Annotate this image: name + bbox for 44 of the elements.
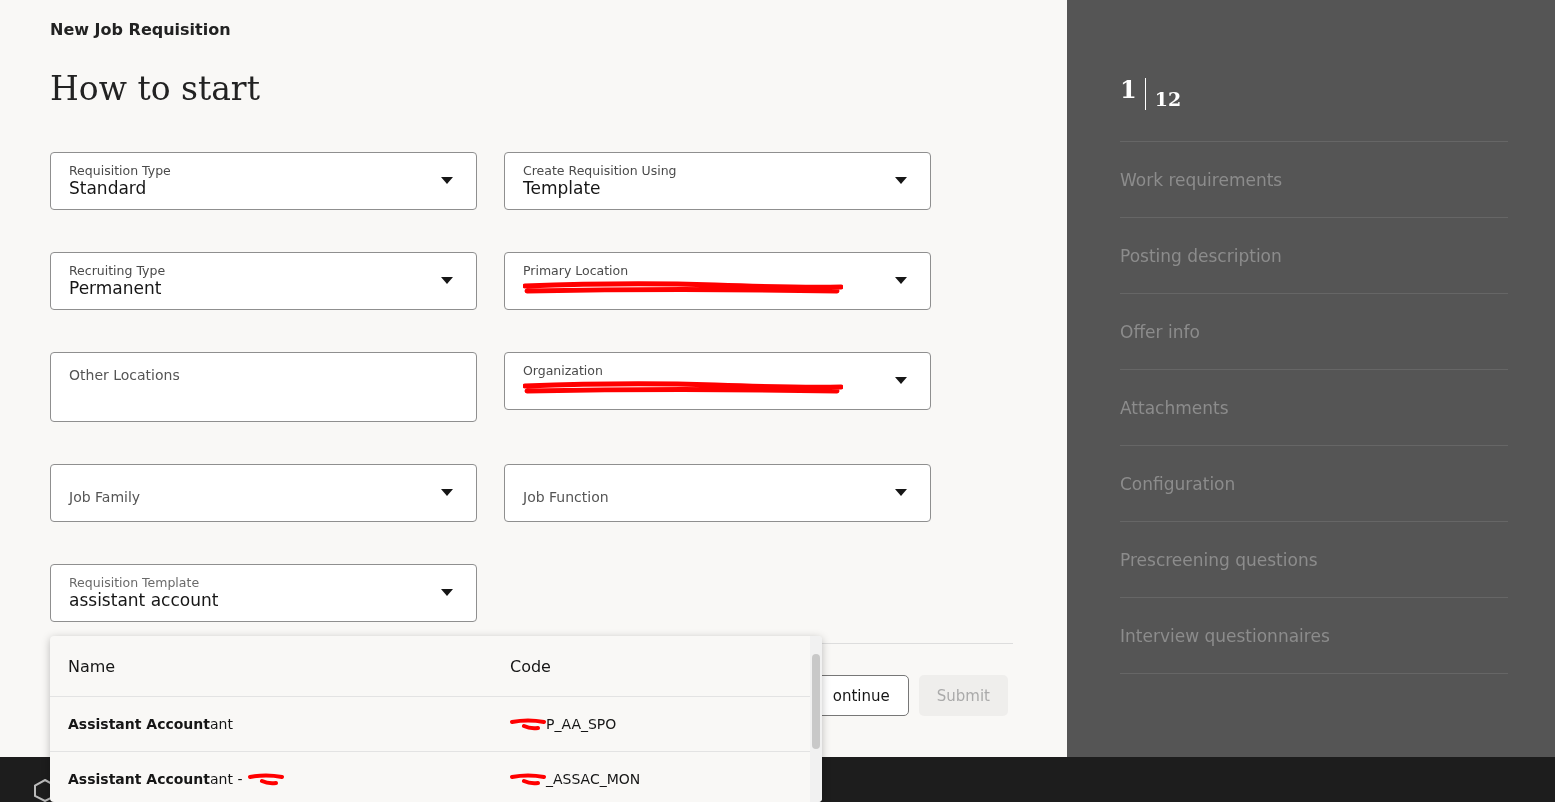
caret-icon xyxy=(895,277,907,284)
field-value: Permanent xyxy=(69,278,162,298)
caret-icon xyxy=(895,489,907,496)
caret-icon xyxy=(441,277,453,284)
field-label: Other Locations xyxy=(69,367,180,383)
step-total: 12 xyxy=(1154,88,1182,110)
caret-icon xyxy=(895,377,907,384)
field-value: Template xyxy=(523,178,601,198)
redaction-scribble xyxy=(248,772,285,786)
option-name[interactable]: Assistant Accountant xyxy=(68,716,233,732)
field-label: Requisition Type xyxy=(69,163,171,178)
select-field[interactable]: Organization xyxy=(504,352,931,410)
column-header: Code xyxy=(510,656,551,676)
caret-icon xyxy=(441,489,453,496)
redaction-scribble xyxy=(510,772,546,786)
option-code: P_AA_SPO xyxy=(546,716,617,732)
select-field[interactable]: Requisition Type Standard xyxy=(50,152,477,210)
caret-icon xyxy=(441,177,453,184)
select-field[interactable]: Primary Location xyxy=(504,252,931,310)
column-header: Name xyxy=(68,656,116,676)
redaction-scribble xyxy=(510,717,546,731)
field-value: Standard xyxy=(69,178,147,198)
field-value: assistant account xyxy=(69,590,219,610)
select-field[interactable]: Job Function xyxy=(504,464,931,522)
option-code: _ASSAC_MON xyxy=(546,771,641,787)
option-name[interactable]: Assistant Accountant - xyxy=(68,771,243,787)
caret-icon xyxy=(895,177,907,184)
field-label: Job Function xyxy=(523,489,609,505)
field-label: Requisition Template xyxy=(69,575,200,590)
field-label: Primary Location xyxy=(523,263,629,278)
field-label: Organization xyxy=(523,363,603,378)
select-field[interactable]: Create Requisition Using Template xyxy=(504,152,931,210)
field-label: Job Family xyxy=(69,489,141,505)
select-field[interactable]: Job Family xyxy=(50,464,477,522)
field-label: Recruiting Type xyxy=(69,263,166,278)
select-field[interactable]: Recruiting Type Permanent xyxy=(50,252,477,310)
page-heading: How to start xyxy=(50,69,260,108)
select-field[interactable]: Requisition Template assistant account xyxy=(50,564,477,622)
step-current: 1 xyxy=(1120,75,1137,104)
scrollbar[interactable] xyxy=(810,636,822,802)
caret-icon xyxy=(441,589,453,596)
page-title: New Job Requisition xyxy=(50,20,231,39)
text-field[interactable]: Other Locations xyxy=(50,352,477,422)
field-label: Create Requisition Using xyxy=(523,163,677,178)
